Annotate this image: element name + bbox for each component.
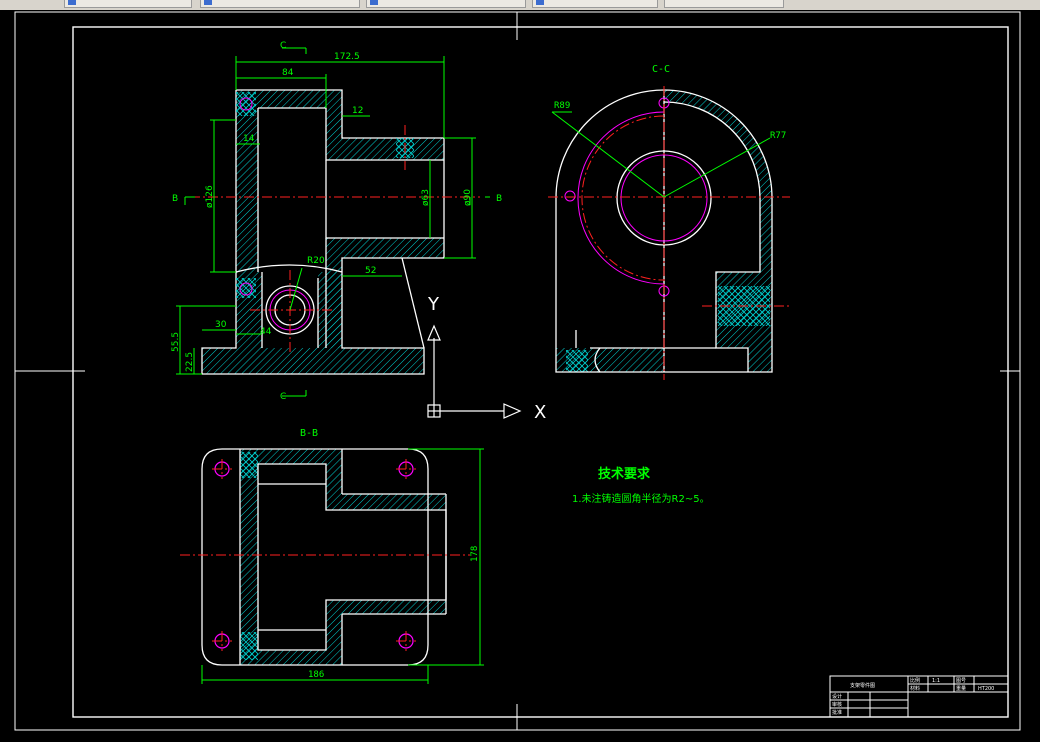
sheet-border xyxy=(14,11,1021,731)
section-mark-c-top: C xyxy=(280,41,286,51)
dim-wall: 14 xyxy=(243,134,255,144)
dim-slot: 44 xyxy=(260,327,272,337)
top-outline xyxy=(201,448,447,666)
drawing-icon xyxy=(536,0,544,5)
dim-boss-outer: ø90 xyxy=(463,189,473,206)
section-mark-b-right: B xyxy=(496,194,502,204)
dim-radius-inner: R77 xyxy=(770,131,786,141)
tb-scale-value: 1:1 xyxy=(932,678,940,684)
top-centerlines xyxy=(180,459,470,651)
dim-left-offset: 30 xyxy=(215,320,227,330)
dim-upper-width: 84 xyxy=(282,68,294,78)
tb-drawing-no: HT200 xyxy=(978,686,994,692)
dim-boss-inner: ø63 xyxy=(421,189,431,206)
dim-bore-dia: ø126 xyxy=(205,185,215,208)
dim-base-height: 22.5 xyxy=(185,352,195,372)
document-tab-4[interactable] xyxy=(532,0,658,8)
ucs-icon xyxy=(427,324,522,419)
side-xhatch-base xyxy=(566,350,588,372)
side-view[interactable]: C-C R89 R77 xyxy=(548,64,790,380)
top-hatch xyxy=(240,449,446,665)
notes-line-1: 1.未注铸造圆角半径为R2~5。 xyxy=(572,492,710,505)
drawing-icon xyxy=(68,0,76,5)
section-mark-b-left: B xyxy=(172,194,178,204)
front-hatch xyxy=(202,90,444,374)
document-tab-5[interactable] xyxy=(664,0,784,8)
tb-scale-label: 比例 xyxy=(910,677,920,684)
technical-notes: 技术要求 1.未注铸造圆角半径为R2~5。 xyxy=(572,466,710,505)
front-view[interactable]: C C 172.5 84 12 14 ø126 ø63 ø90 R20 52 3… xyxy=(171,41,502,402)
section-mark-c-bottom: C xyxy=(280,392,286,402)
tb-weight-label: 重量 xyxy=(956,685,966,692)
dim-top-width: 186 xyxy=(308,670,324,680)
document-tab-1[interactable] xyxy=(64,0,192,8)
side-hatch-right xyxy=(664,90,772,372)
top-view[interactable]: B-B 186 178 xyxy=(180,428,484,684)
ucs-y-label: Y xyxy=(427,294,440,315)
drawing-canvas[interactable]: C C 172.5 84 12 14 ø126 ø63 ø90 R20 52 3… xyxy=(0,10,1040,738)
tb-designer: 设计 xyxy=(832,693,842,700)
tb-checker: 审核 xyxy=(832,701,842,708)
document-tab-2[interactable] xyxy=(200,0,360,8)
notes-title: 技术要求 xyxy=(598,466,651,482)
cad-drawing: C C 172.5 84 12 14 ø126 ø63 ø90 R20 52 3… xyxy=(14,11,1021,731)
dim-flange-step: 12 xyxy=(352,106,363,116)
ucs-x-label: X xyxy=(534,402,546,423)
drawing-icon xyxy=(370,0,378,5)
dim-foot-len: 52 xyxy=(365,266,376,276)
title-block-text: 支架零件图 比例 1:1 材料 图号 重量 HT200 设计 审核 批准 xyxy=(832,677,994,716)
tb-sheet-label: 图号 xyxy=(956,678,966,684)
drawing-icon xyxy=(204,0,212,5)
document-tab-3[interactable] xyxy=(366,0,526,8)
dim-radius: R20 xyxy=(307,256,325,266)
tb-material-label: 材料 xyxy=(910,685,920,692)
tb-approver: 批准 xyxy=(832,709,842,716)
dim-height: 55.5 xyxy=(171,332,181,352)
tb-part-name: 支架零件图 xyxy=(850,682,875,689)
dim-overall-width: 172.5 xyxy=(334,52,360,62)
section-title-bb: B-B xyxy=(300,428,318,439)
dim-top-height: 178 xyxy=(470,546,480,562)
dim-radius-outer: R89 xyxy=(554,101,570,111)
section-title-cc: C-C xyxy=(652,64,670,75)
